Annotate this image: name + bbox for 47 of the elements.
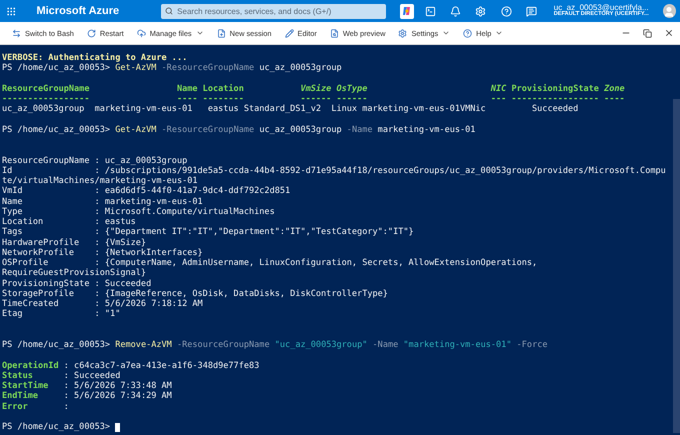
copilot-icon[interactable] [400, 4, 414, 18]
terminal-line: PS /home/uc_az_00053> Remove-AzVM -ResourceGroupName "uc_az_00053group" -Name "marketing-vm-eus-01" -Force [2, 340, 548, 350]
account-email[interactable]: uc_az_00053@ucertifyla... [554, 4, 649, 12]
terminal-line: ResourceGroupName Name Location VmSize OsType NIC ProvisioningState Zone [2, 84, 625, 94]
terminal-line: StorageProfile : {ImageReference, OsDisk, DataDisks, DiskControllerType} [2, 288, 388, 299]
terminal-line: Name : marketing-vm-eus-01 [2, 196, 203, 207]
arrows-icon [12, 28, 21, 38]
terminal-line: OSProfile : {ComputerName, AdminUsername, LinuxConfiguration, Secrets, AllowExtensionOperations, [2, 258, 538, 268]
terminal-line: RequireGuestProvisionSignal} [2, 268, 146, 278]
terminal-line: VERBOSE: Authenticating to Azure ... [2, 53, 188, 64]
terminal-line: StartTime : 5/6/2026 7:33:48 AM [2, 381, 172, 391]
restore-icon[interactable] [643, 28, 652, 38]
terminal-line: Tags : {"Department IT":"IT","Department":"IT","TestCategory":"IT"} [2, 227, 414, 238]
terminal-line: NetworkProfile : {NetworkInterfaces} [2, 248, 203, 258]
settings-icon [398, 28, 408, 38]
terminal-line: Etag : "1" [2, 309, 120, 320]
terminal-line: PS /home/uc_az_00053> Get-AzVM -ResourceGroupName uc_az_00053group -Name marketing-vm-eus-01 [2, 124, 476, 135]
terminal-line: te/virtualMachines/marketing-vm-eus-01 [2, 176, 198, 186]
terminal-line: OperationId : c64ca3c7-a7ea-413e-a1f6-348d9e77fe83 [2, 360, 260, 371]
app-grid-icon[interactable] [6, 6, 16, 16]
search-icon [165, 7, 174, 15]
terminal-line: uc_az_00053group marketing-vm-eus-01 eastus Standard_DS1_v2 Linux marketing-vm-eus-01VMNic Succeeded [2, 104, 578, 114]
cloud-upload-icon [136, 28, 146, 38]
close-icon[interactable] [664, 28, 674, 38]
terminal-line: Id : /subscriptions/991de5a5-ccda-44b4-8592-d71e95a44f18/resourceGroups/uc_az_00053group/providers/Microsoft.Compu [2, 166, 666, 176]
terminal-line: TimeCreated : 5/6/2026 7:18:12 AM [2, 299, 203, 310]
terminal-line: Error : [2, 402, 69, 412]
pencil-icon [284, 28, 294, 38]
terminal-line: PS /home/uc_az_00053> Get-AzVM -ResourceGroupName uc_az_00053group [2, 63, 342, 74]
brand-title[interactable]: Microsoft Azure [36, 5, 120, 17]
terminal-line: EndTime : 5/6/2026 7:34:29 AM [2, 391, 172, 402]
terminal-line: Status : Succeeded [2, 370, 120, 381]
terminal-line: ProvisioningState : Succeeded [2, 278, 152, 289]
terminal-line: HardwareProfile : {VmSize} [2, 238, 146, 248]
file-search-icon [330, 28, 339, 38]
terminal-line: Type : Microsoft.Compute/virtualMachines [2, 206, 275, 217]
new-file-icon [216, 28, 226, 38]
terminal-line: Location : eastus [2, 217, 136, 228]
scrollbar[interactable] [673, 99, 680, 433]
terminal-line: ResourceGroupName : uc_az_00053group [2, 156, 188, 166]
terminal-line: ----------------- ---- -------- ------ ------ --- ----------------- ---- [2, 94, 625, 104]
terminal-line: PS /home/uc_az_00053> [2, 422, 112, 432]
avatar-icon[interactable] [662, 4, 676, 18]
restart-icon [86, 28, 96, 38]
search-field[interactable]: Search resources, services, and docs (G+/) [161, 4, 386, 18]
terminal-line: VmId : ea6d6df5-44f0-41a7-9dc4-ddf792c2d851 [2, 186, 290, 196]
help-icon [463, 28, 472, 38]
